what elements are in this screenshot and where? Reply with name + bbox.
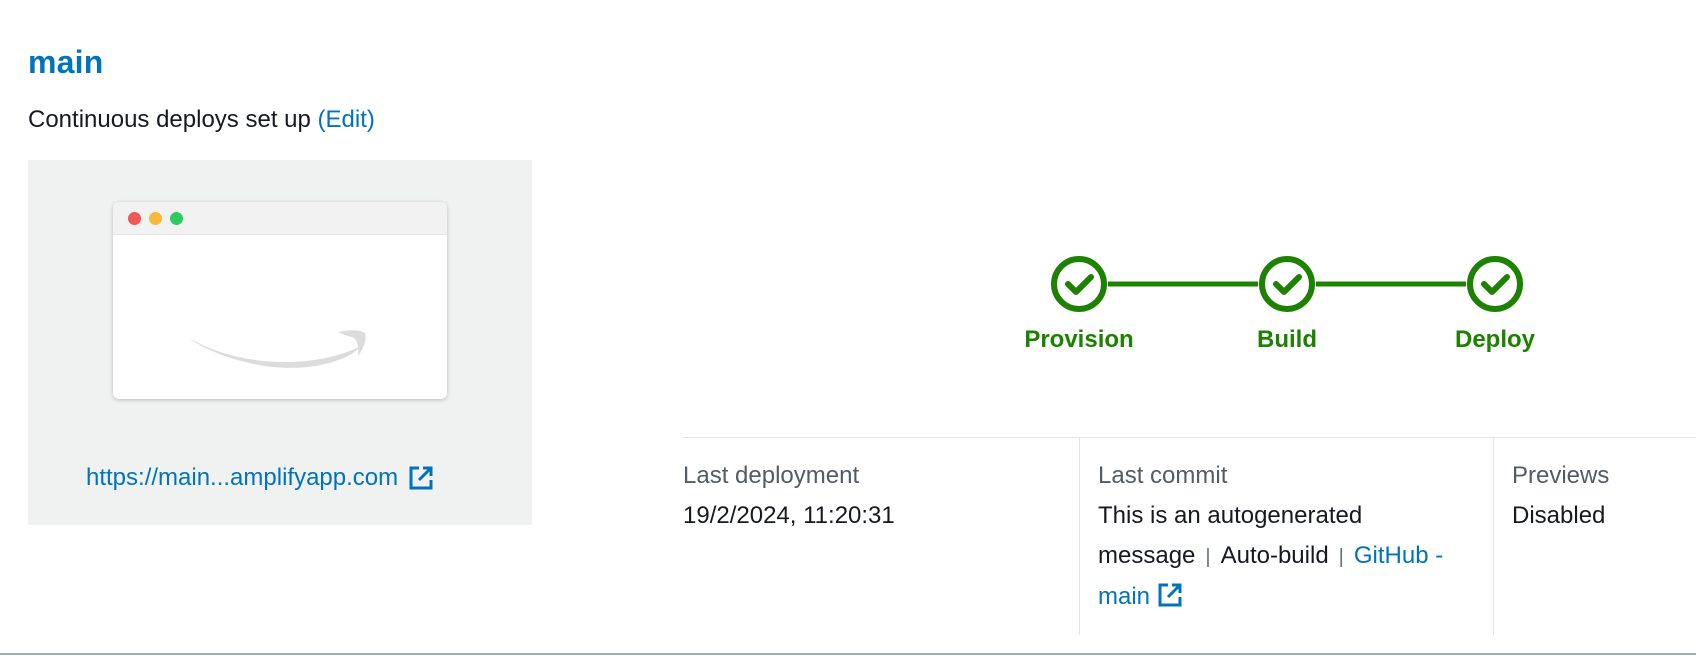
separator: | [1338,546,1344,568]
deploy-setup-label: Continuous deploys set up [28,106,311,133]
stage-label: Deploy [1454,326,1536,353]
edit-link[interactable]: (Edit) [318,106,375,133]
last-commit-section: Last commit This is an autogenerated mes… [1098,462,1482,617]
previews-value: Disabled [1512,502,1606,529]
column-divider [1079,438,1080,635]
app-preview-panel: https://main...amplifyapp.com [28,160,532,525]
previews-section: Previews Disabled [1512,462,1692,536]
app-url-label: https://main...amplifyapp.com [86,464,399,491]
success-check-icon [1467,256,1523,312]
stage-label: Build [1257,326,1317,353]
separator: | [1205,546,1211,568]
amazon-smile-logo-icon [189,330,366,368]
app-url-link[interactable]: https://main...amplifyapp.com [86,464,434,492]
stage-label: Provision [1024,326,1134,353]
card-bottom-border [0,653,1696,655]
branch-card: main Continuous deploys set up (Edit) ht… [0,0,1696,658]
close-dot-icon [128,212,141,225]
info-divider [683,437,1696,438]
previews-label: Previews [1512,462,1610,489]
success-check-icon [1051,256,1107,312]
maximize-dot-icon [170,212,183,225]
last-deployment-section: Last deployment 19/2/2024, 11:20:31 [683,462,1063,536]
external-link-icon [409,466,433,490]
branch-title[interactable]: main [28,44,104,81]
last-commit-label: Last commit [1098,462,1228,489]
deploy-setup-text: Continuous deploys set up (Edit) [28,106,375,134]
success-check-icon [1259,256,1315,312]
browser-title-bar [113,202,447,235]
minimize-dot-icon [149,212,162,225]
last-commit-value: This is an autogenerated message | Auto-bu… [1098,496,1482,617]
column-divider [1493,438,1494,635]
commit-trigger: Auto-build [1220,542,1329,569]
last-deployment-value: 19/2/2024, 11:20:31 [683,502,895,529]
external-link-icon [1158,583,1182,607]
last-deployment-label: Last deployment [683,462,860,489]
browser-thumbnail [113,202,447,399]
